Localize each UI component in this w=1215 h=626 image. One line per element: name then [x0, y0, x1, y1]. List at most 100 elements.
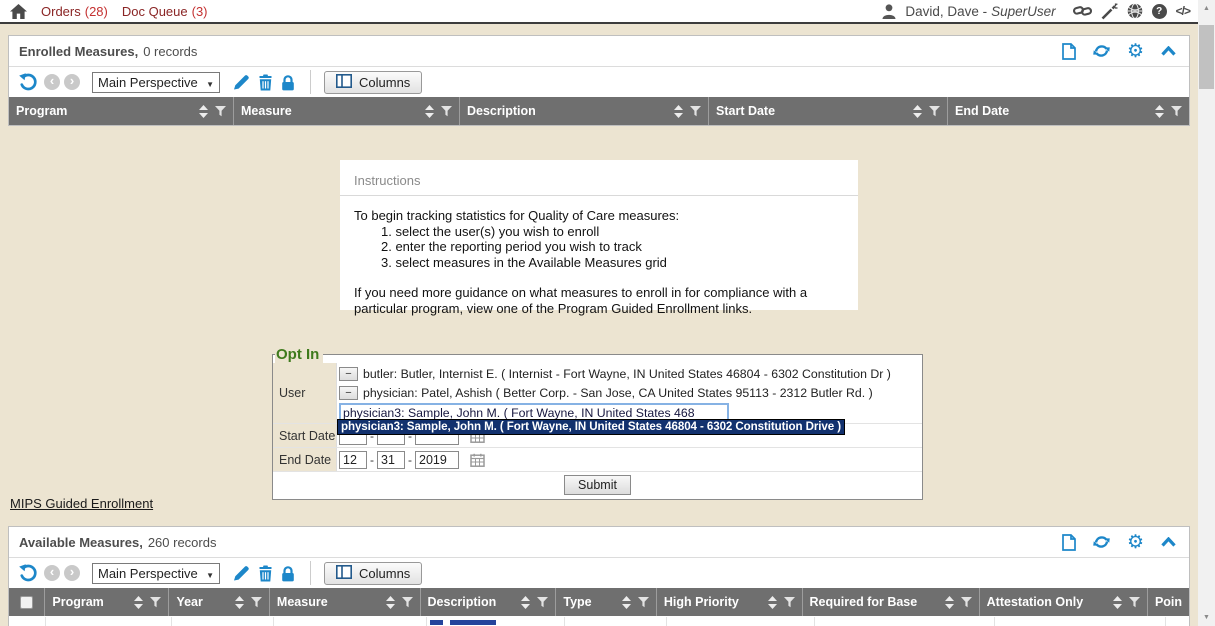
- refresh-icon[interactable]: [1093, 534, 1110, 550]
- sort-icon[interactable]: [913, 105, 922, 118]
- mips-guided-enrollment-link[interactable]: MIPS Guided Enrollment: [10, 496, 153, 511]
- column-header-points[interactable]: Poin: [1148, 588, 1189, 616]
- column-header-required-for-base[interactable]: Required for Base: [803, 588, 980, 616]
- column-label: Program: [52, 595, 134, 609]
- sort-icon[interactable]: [199, 105, 208, 118]
- available-grid-header: Program Year Measure Description Type: [9, 588, 1189, 616]
- start-date-label: Start Date: [273, 424, 337, 447]
- vertical-scrollbar[interactable]: [1198, 0, 1215, 626]
- lock-perspective-icon[interactable]: [281, 74, 295, 91]
- user-menu[interactable]: David, Dave - SuperUser: [905, 4, 1055, 19]
- column-header-program[interactable]: Program: [9, 97, 234, 125]
- submit-button[interactable]: Submit: [564, 475, 631, 495]
- delete-perspective-icon[interactable]: [258, 565, 273, 582]
- remove-user-button[interactable]: −: [339, 367, 358, 381]
- column-header-program[interactable]: Program: [45, 588, 169, 616]
- link-icon[interactable]: [1073, 4, 1092, 18]
- scrollbar-up-arrow[interactable]: [1198, 0, 1215, 17]
- edit-perspective-icon[interactable]: [232, 74, 250, 91]
- gear-icon[interactable]: [1127, 535, 1144, 550]
- filter-icon[interactable]: [638, 597, 649, 608]
- collapse-icon[interactable]: [1161, 46, 1176, 56]
- row-cell: [1166, 617, 1189, 626]
- selected-user-text: physician: Patel, Ashish ( Better Corp. …: [363, 386, 873, 400]
- filter-icon[interactable]: [251, 597, 262, 608]
- sort-icon[interactable]: [768, 596, 777, 609]
- end-year-input[interactable]: 2019: [415, 451, 459, 469]
- new-document-icon[interactable]: [1062, 43, 1076, 60]
- column-header-description[interactable]: Description: [460, 97, 709, 125]
- column-header-measure[interactable]: Measure: [234, 97, 460, 125]
- sort-icon[interactable]: [425, 105, 434, 118]
- sort-icon[interactable]: [521, 596, 530, 609]
- sort-icon[interactable]: [945, 596, 954, 609]
- user-field-content: − butler: Butler, Internist E. ( Interni…: [337, 363, 922, 423]
- sort-icon[interactable]: [386, 596, 395, 609]
- filter-icon[interactable]: [537, 597, 548, 608]
- scrollbar-thumb[interactable]: [1199, 25, 1214, 89]
- filter-icon[interactable]: [1171, 106, 1182, 117]
- help-icon[interactable]: [1152, 4, 1167, 19]
- columns-button[interactable]: Columns: [324, 71, 422, 94]
- select-all-checkbox[interactable]: [20, 596, 33, 609]
- sort-icon[interactable]: [1155, 105, 1164, 118]
- sort-icon[interactable]: [134, 596, 143, 609]
- sort-icon[interactable]: [235, 596, 244, 609]
- perspective-select[interactable]: Main Perspective: [92, 72, 220, 93]
- filter-icon[interactable]: [784, 597, 795, 608]
- filter-icon[interactable]: [690, 106, 701, 117]
- delete-perspective-icon[interactable]: [258, 74, 273, 91]
- filter-icon[interactable]: [929, 106, 940, 117]
- orders-link[interactable]: Orders (28): [41, 4, 108, 19]
- column-header-attestation-only[interactable]: Attestation Only: [980, 588, 1148, 616]
- undo-icon[interactable]: [18, 73, 38, 92]
- columns-button-label: Columns: [359, 75, 410, 90]
- refresh-icon[interactable]: [1093, 43, 1110, 59]
- scrollbar-down-arrow[interactable]: [1198, 609, 1215, 626]
- filter-icon[interactable]: [150, 597, 161, 608]
- filter-icon[interactable]: [1129, 597, 1140, 608]
- doc-queue-link[interactable]: Doc Queue (3): [122, 4, 208, 19]
- filter-icon[interactable]: [402, 597, 413, 608]
- calendar-icon[interactable]: [470, 453, 485, 467]
- row-cell: [46, 617, 172, 626]
- date-separator: -: [370, 453, 374, 467]
- filter-icon[interactable]: [961, 597, 972, 608]
- lock-perspective-icon[interactable]: [281, 565, 295, 582]
- autocomplete-suggestion[interactable]: physician3: Sample, John M. ( Fort Wayne…: [337, 419, 845, 435]
- sort-icon[interactable]: [622, 596, 631, 609]
- undo-icon[interactable]: [18, 564, 38, 583]
- globe-icon[interactable]: [1127, 3, 1143, 19]
- filter-icon[interactable]: [441, 106, 452, 117]
- new-document-icon[interactable]: [1062, 534, 1076, 551]
- end-date-content: 12 - 31 - 2019: [337, 448, 922, 471]
- remove-user-button[interactable]: −: [339, 386, 358, 400]
- sort-icon[interactable]: [674, 105, 683, 118]
- columns-button[interactable]: Columns: [324, 562, 422, 585]
- edit-perspective-icon[interactable]: [232, 565, 250, 582]
- column-label: Description: [428, 595, 522, 609]
- previous-perspective-icon[interactable]: [44, 565, 60, 581]
- collapse-icon[interactable]: [1161, 537, 1176, 547]
- doc-queue-label: Doc Queue: [122, 4, 188, 19]
- perspective-select[interactable]: Main Perspective: [92, 563, 220, 584]
- column-header-start-date[interactable]: Start Date: [709, 97, 948, 125]
- home-icon[interactable]: [10, 4, 27, 19]
- previous-perspective-icon[interactable]: [44, 74, 60, 90]
- column-header-type[interactable]: Type: [556, 588, 656, 616]
- column-header-end-date[interactable]: End Date: [948, 97, 1189, 125]
- wand-icon[interactable]: [1101, 3, 1118, 20]
- end-month-input[interactable]: 12: [339, 451, 367, 469]
- end-day-input[interactable]: 31: [377, 451, 405, 469]
- next-perspective-icon[interactable]: [64, 74, 80, 90]
- column-header-high-priority[interactable]: High Priority: [657, 588, 803, 616]
- filter-icon[interactable]: [215, 106, 226, 117]
- column-header-year[interactable]: Year: [169, 588, 269, 616]
- next-perspective-icon[interactable]: [64, 565, 80, 581]
- sort-icon[interactable]: [1113, 596, 1122, 609]
- table-row[interactable]: [9, 616, 1189, 626]
- column-header-description[interactable]: Description: [421, 588, 557, 616]
- code-icon[interactable]: [1176, 4, 1190, 18]
- gear-icon[interactable]: [1127, 44, 1144, 59]
- column-header-measure[interactable]: Measure: [270, 588, 421, 616]
